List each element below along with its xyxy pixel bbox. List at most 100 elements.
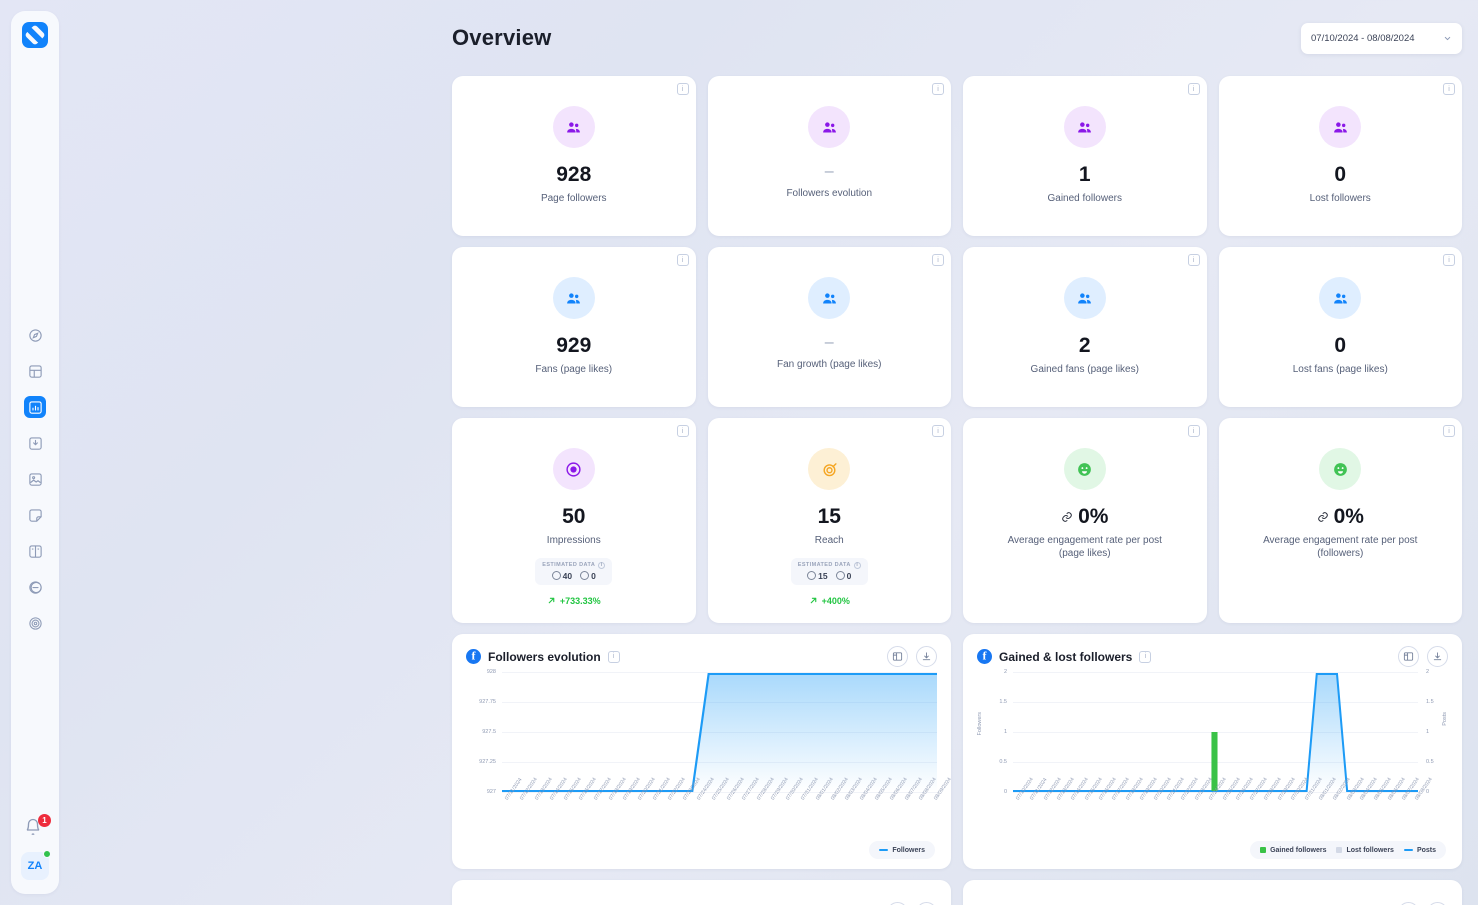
sidebar-item-analytics[interactable] xyxy=(24,396,46,418)
table-view-icon[interactable] xyxy=(887,646,908,667)
info-icon[interactable]: i xyxy=(853,561,861,569)
paid-value: 0 xyxy=(591,570,596,581)
y-axis-title-right: Posts xyxy=(1442,712,1448,726)
notifications-button[interactable]: 1 xyxy=(24,814,51,840)
chart-grid xyxy=(1013,672,1418,793)
info-icon[interactable]: i xyxy=(1187,254,1200,266)
legend-label: Posts xyxy=(1416,846,1436,854)
legend-item-posts[interactable]: Posts xyxy=(1403,846,1436,854)
y-tick: 1 xyxy=(1003,729,1007,735)
sidebar-item-messages[interactable] xyxy=(24,576,46,598)
kpi-value: 0% xyxy=(1061,506,1108,527)
legend-swatch xyxy=(1260,847,1267,853)
sidebar-item-planner[interactable] xyxy=(24,540,46,562)
estimated-data-values: 40 0 xyxy=(551,570,596,581)
info-icon[interactable]: i xyxy=(1187,83,1200,95)
paid-icon xyxy=(835,571,845,580)
info-icon[interactable]: i xyxy=(676,83,689,95)
sidebar-item-compass[interactable] xyxy=(24,324,46,346)
chart-card-followers-evolution: Followers evolution i 928 927.75 927.5 xyxy=(452,634,953,869)
avatar[interactable]: ZA xyxy=(21,850,51,880)
sidebar-footer: 1 ZA xyxy=(21,814,51,880)
kpi-row-followers: i 928 Page followers i – Followers evolu… xyxy=(452,76,1478,236)
organic-value: 15 xyxy=(818,570,828,581)
link-icon xyxy=(1062,511,1072,522)
kpi-card: i 0 Lost followers xyxy=(1218,76,1462,236)
x-axis-labels: 07/10/2024 07/11/2024 07/12/2024 07/13/2… xyxy=(1015,776,1435,802)
chart-legend: Followers xyxy=(869,841,935,859)
legend-item-lost-followers[interactable]: Lost followers xyxy=(1336,847,1394,854)
chart-title: Followers evolution xyxy=(488,649,601,664)
trend-up-icon xyxy=(548,597,555,604)
people-icon xyxy=(1063,277,1106,319)
kpi-card: i 0 Lost fans (page likes) xyxy=(1218,247,1462,407)
followers-area-series xyxy=(502,673,937,792)
people-icon xyxy=(552,277,595,319)
kpi-card: i 928 Page followers xyxy=(452,76,696,236)
eye-target-icon xyxy=(552,448,595,490)
table-view-icon[interactable] xyxy=(1398,646,1419,667)
info-icon[interactable]: i xyxy=(607,650,620,663)
kpi-value: 0 xyxy=(1334,334,1347,357)
kpi-label: Followers evolution xyxy=(786,188,873,199)
kpi-card: i 0% Average engagement rate per post (f… xyxy=(1218,418,1462,623)
kpi-card: i 50 Impressions ESTIMATED DATA i 40 0 +… xyxy=(452,418,696,623)
trend-up-icon xyxy=(810,597,816,604)
kpi-card: i 0% Average engagement rate per post (p… xyxy=(963,418,1207,623)
sidebar-nav xyxy=(24,324,46,634)
estimated-data-values: 15 0 xyxy=(807,571,851,581)
kpi-label: Gained followers xyxy=(1047,193,1122,204)
x-axis-labels: 07/11/2024 07/12/2024 07/13/2024 07/14/2… xyxy=(504,776,953,802)
estimated-data-badge: ESTIMATED DATA i 40 0 xyxy=(535,557,613,585)
chart-legend: Gained followers Lost followers Posts xyxy=(1250,841,1446,859)
chart-plot-area: Followers 2 1.5 1 0.5 0 2 1.5 1 0.5 0 Po… xyxy=(977,669,1448,801)
people-icon xyxy=(808,106,851,148)
info-icon[interactable]: i xyxy=(676,254,689,266)
page-header: Overview 07/10/2024 - 08/08/2024 xyxy=(452,0,1478,76)
online-status-dot xyxy=(43,850,51,858)
kpi-label: Lost followers xyxy=(1309,193,1371,204)
info-icon[interactable]: i xyxy=(676,425,689,437)
sidebar-item-media[interactable] xyxy=(24,468,46,490)
date-range-picker[interactable]: 07/10/2024 - 08/08/2024 xyxy=(1301,22,1462,54)
download-icon[interactable] xyxy=(916,646,937,667)
download-icon[interactable] xyxy=(1427,646,1448,667)
y-axis-labels-right: 2 1.5 1 0.5 0 xyxy=(1420,669,1448,795)
sidebar-item-layout[interactable] xyxy=(24,360,46,382)
info-icon[interactable]: i xyxy=(1443,425,1455,437)
link-icon xyxy=(1317,511,1328,522)
notification-badge: 1 xyxy=(38,814,51,827)
estimated-data-label: ESTIMATED DATA xyxy=(797,562,851,568)
bullseye-icon xyxy=(808,448,851,490)
y-axis-labels-left: 2 1.5 1 0.5 0 xyxy=(977,669,1011,795)
legend-item-followers[interactable]: Followers xyxy=(879,847,925,854)
sidebar: 1 ZA xyxy=(11,11,59,894)
info-icon[interactable]: i xyxy=(1139,650,1152,663)
info-icon[interactable]: i xyxy=(1187,425,1200,437)
kpi-card: i 2 Gained fans (page likes) xyxy=(963,247,1207,407)
date-range-value: 07/10/2024 - 08/08/2024 xyxy=(1311,32,1415,44)
kpi-value: – xyxy=(824,334,834,351)
sidebar-item-inbox[interactable] xyxy=(24,432,46,454)
kpi-label: Gained fans (page likes) xyxy=(1030,364,1139,375)
estimated-data-title: ESTIMATED DATA i xyxy=(542,561,606,569)
info-icon[interactable]: i xyxy=(932,83,944,95)
y2-tick: 1 xyxy=(1426,729,1430,735)
legend-label: Followers xyxy=(892,846,925,854)
kpi-row-engagement: i 50 Impressions ESTIMATED DATA i 40 0 +… xyxy=(452,418,1478,623)
y2-tick: 1.5 xyxy=(1426,699,1434,705)
info-icon[interactable]: i xyxy=(1443,83,1455,95)
sidebar-item-notes[interactable] xyxy=(24,504,46,526)
chart-grid xyxy=(502,672,937,793)
app-logo[interactable] xyxy=(22,22,48,48)
legend-item-gained-followers[interactable]: Gained followers xyxy=(1260,847,1326,854)
info-icon[interactable]: i xyxy=(598,561,606,569)
kpi-value: 2 xyxy=(1078,334,1091,357)
people-icon xyxy=(808,277,851,319)
info-icon[interactable]: i xyxy=(1443,254,1455,266)
chart-card-gained-lost-followers: Gained & lost followers i Followers 2 1.… xyxy=(963,634,1462,869)
info-icon[interactable]: i xyxy=(932,254,944,266)
sidebar-item-goals[interactable] xyxy=(24,612,46,634)
info-icon[interactable]: i xyxy=(932,425,944,437)
y-axis-labels: 928 927.75 927.5 927.25 927 xyxy=(466,669,500,795)
